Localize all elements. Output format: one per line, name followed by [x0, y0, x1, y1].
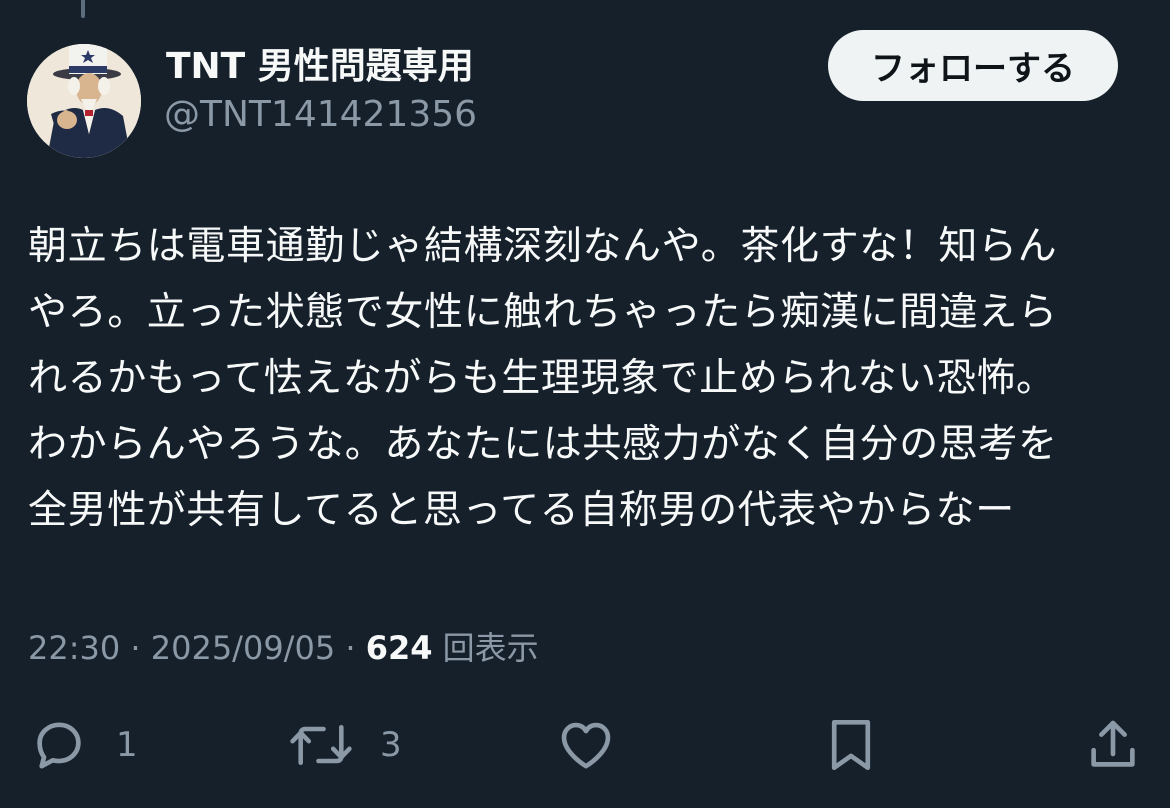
tweet-text-line: わからんやろうな。あなたには共感力がなく自分の思考を	[28, 422, 1058, 467]
avatar-image	[27, 44, 141, 158]
tweet-text-line: やろ。立った状態で女性に触れちゃったら痴漢に間違えら	[28, 290, 1058, 335]
reply-count: 1	[116, 725, 138, 765]
bookmark-button[interactable]	[822, 712, 880, 778]
tweet-text: 朝立ちは電車通勤じゃ結構深刻なんや。茶化すな！知らん やろ。立った状態で女性に触…	[28, 214, 1138, 544]
views-label: 回表示	[442, 629, 539, 667]
share-icon	[1082, 714, 1144, 776]
meta-separator: ·	[335, 629, 366, 667]
tweet-meta: 22:30 · 2025/09/05 · 624 回表示	[28, 626, 539, 670]
reply-button[interactable]: 1	[28, 712, 138, 778]
tweet-text-line: 朝立ちは電車通勤じゃ結構深刻なんや。茶化すな！知らん	[28, 224, 1058, 269]
tweet-time[interactable]: 22:30	[28, 629, 120, 667]
reply-icon	[28, 714, 90, 776]
thread-connector-line	[81, 0, 85, 18]
heart-icon	[555, 714, 617, 776]
bookmark-icon	[822, 714, 880, 776]
avatar[interactable]	[27, 44, 141, 158]
retweet-button[interactable]: 3	[288, 712, 402, 778]
meta-separator: ·	[120, 629, 151, 667]
author-name[interactable]: TNT 男性問題専用	[166, 44, 474, 90]
tweet-date[interactable]: 2025/09/05	[151, 629, 335, 667]
share-button[interactable]	[1082, 712, 1144, 778]
retweet-icon	[288, 714, 354, 776]
retweet-count: 3	[380, 725, 402, 765]
author-handle[interactable]: @TNT141421356	[164, 92, 477, 138]
views-count[interactable]: 624	[366, 629, 433, 667]
follow-button[interactable]: フォローする	[828, 30, 1118, 101]
tweet-text-line: 全男性が共有してると思ってる自称男の代表やからなー	[28, 488, 1015, 533]
tweet-text-line: れるかもって怯えながらも生理現象で止められない恐怖。	[28, 356, 1056, 401]
like-button[interactable]	[555, 712, 617, 778]
